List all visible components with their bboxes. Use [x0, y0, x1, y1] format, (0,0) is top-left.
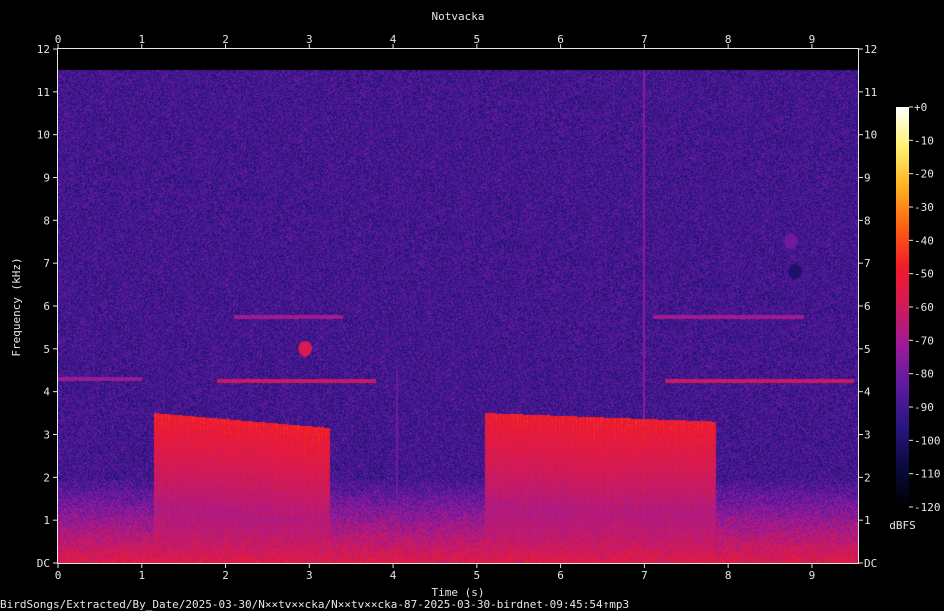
y-tick-label-right: 9 [864, 172, 871, 185]
x-tick-label-top: 5 [474, 33, 481, 46]
x-tick-label-top: 0 [55, 33, 62, 46]
colorbar-tick-label: -120 [914, 501, 941, 514]
y-tick-label-left: 1 [43, 514, 50, 527]
colorbar-tick-label: +0 [914, 101, 927, 114]
colorbar-tick-label: -80 [914, 368, 934, 381]
y-tick-label-left: 12 [37, 43, 50, 56]
colorbar-tick-label: -70 [914, 334, 934, 347]
x-tick-label-bottom: 5 [474, 569, 481, 582]
y-axis-label: Frequency (kHz) [10, 257, 23, 356]
chart-title: Notvacka [432, 10, 485, 23]
colorbar-tick-label: -110 [914, 468, 941, 481]
y-tick-label-right: 12 [864, 43, 877, 56]
y-tick-label-right: 11 [864, 86, 877, 99]
x-tick-label-bottom: 2 [222, 569, 229, 582]
x-tick-label-bottom: 3 [306, 569, 313, 582]
y-tick-label-left: 8 [43, 214, 50, 227]
y-tick-label-right: 4 [864, 386, 871, 399]
colorbar-tick-label: -90 [914, 401, 934, 414]
y-tick-label-right: 8 [864, 214, 871, 227]
colorbar-tick-label: -60 [914, 301, 934, 314]
colorbar-tick-label: -20 [914, 168, 934, 181]
x-tick-label-bottom: 9 [809, 569, 816, 582]
x-tick-label-bottom: 6 [557, 569, 564, 582]
y-tick-label-right: 5 [864, 343, 871, 356]
x-tick-label-top: 1 [138, 33, 145, 46]
y-tick-label-left: 6 [43, 300, 50, 313]
colorbar-tick-label: -100 [914, 434, 941, 447]
x-tick-label-bottom: 7 [641, 569, 648, 582]
y-tick-label-right: 2 [864, 471, 871, 484]
colorbar-tick-label: -40 [914, 234, 934, 247]
file-path-footer: BirdSongs/Extracted/By_Date/2025-03-30/N… [0, 598, 630, 611]
x-tick-label-bottom: 8 [725, 569, 732, 582]
y-tick-label-right: 10 [864, 129, 877, 142]
colorbar-label: dBFS [889, 519, 916, 532]
x-tick-label-top: 8 [725, 33, 732, 46]
colorbar-tick-label: -50 [914, 268, 934, 281]
x-tick-label-top: 9 [809, 33, 816, 46]
y-tick-label-left: 4 [43, 386, 50, 399]
y-tick-label-left: 3 [43, 429, 50, 442]
x-tick-label-top: 3 [306, 33, 313, 46]
x-tick-label-top: 7 [641, 33, 648, 46]
y-tick-label-right: 7 [864, 257, 871, 270]
spectrogram-plot [58, 49, 858, 563]
y-tick-label-left: 5 [43, 343, 50, 356]
x-tick-label-top: 6 [557, 33, 564, 46]
x-tick-label-bottom: 1 [138, 569, 145, 582]
x-tick-label-bottom: 4 [390, 569, 397, 582]
colorbar-gradient [896, 107, 909, 507]
y-tick-label-left: 9 [43, 172, 50, 185]
y-tick-label-right: 3 [864, 429, 871, 442]
colorbar-tick-label: -10 [914, 134, 934, 147]
x-tick-label-top: 4 [390, 33, 397, 46]
x-tick-label-bottom: 0 [55, 569, 62, 582]
y-tick-label-left: 7 [43, 257, 50, 270]
y-tick-label-left: 11 [37, 86, 50, 99]
y-tick-label-right: 6 [864, 300, 871, 313]
colorbar-tick-label: -30 [914, 201, 934, 214]
y-tick-label-left: DC [37, 557, 50, 570]
y-tick-label-right: 1 [864, 514, 871, 527]
x-tick-label-top: 2 [222, 33, 229, 46]
y-tick-label-left: 10 [37, 129, 50, 142]
y-tick-label-right: DC [864, 557, 877, 570]
y-tick-label-left: 2 [43, 471, 50, 484]
